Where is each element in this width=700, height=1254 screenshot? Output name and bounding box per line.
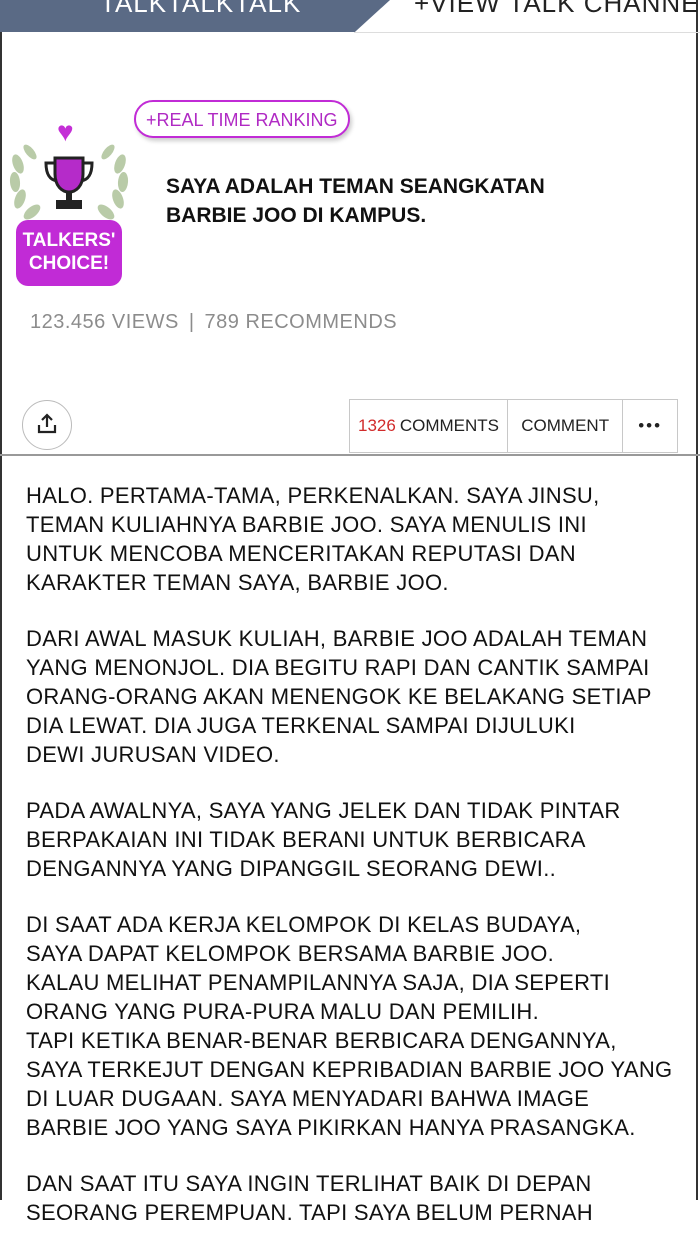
- view-talk-channel-link[interactable]: +VIEW TALK CHANNEL: [414, 0, 700, 19]
- share-icon: [37, 413, 57, 434]
- comments-label: COMMENTS: [399, 416, 500, 435]
- heart-icon: ♥: [57, 116, 74, 147]
- recommends-count: 789 RECOMMENDS: [204, 311, 398, 333]
- post-actions: 1326 COMMENTS COMMENT •••: [349, 399, 678, 453]
- views-count: 123.456 VIEWS: [30, 311, 179, 333]
- more-options-button[interactable]: •••: [623, 400, 677, 452]
- comment-count: 1326: [358, 416, 396, 435]
- header-divider: [0, 454, 700, 456]
- post-body: HALO. PERTAMA-TAMA, PERKENALKAN. SAYA JI…: [26, 481, 694, 1254]
- post-stats: 123.456 VIEWS | 789 RECOMMENDS: [30, 311, 397, 334]
- body-paragraph: HALO. PERTAMA-TAMA, PERKENALKAN. SAYA JI…: [26, 483, 600, 595]
- body-paragraph: PADA AWALNYA, SAYA YANG JELEK DAN TIDAK …: [26, 798, 621, 881]
- trophy-icon: [44, 156, 94, 209]
- real-time-ranking-button[interactable]: +REAL TIME RANKING: [134, 100, 350, 138]
- talkers-choice-label: TALKERS' CHOICE!: [16, 220, 122, 286]
- badge-label-line1: TALKERS': [22, 230, 116, 251]
- tab-bar: TALKTALKTALK +VIEW TALK CHANNEL: [0, 0, 700, 33]
- tab-talktalktalk-label: TALKTALKTALK: [100, 0, 302, 18]
- post-title-line2: BARBIE JOO DI KAMPUS.: [166, 204, 427, 227]
- body-paragraph: DARI AWAL MASUK KULIAH, BARBIE JOO ADALA…: [26, 626, 652, 767]
- post-header: ♥ TALKERS' CHOICE! +REAL TIME RANKING SA…: [0, 33, 700, 453]
- post-title-line1: SAYA ADALAH TEMAN SEANGKATAN: [166, 175, 545, 198]
- share-button[interactable]: [22, 400, 72, 450]
- badge-label-line2: CHOICE!: [28, 253, 110, 274]
- post-title: SAYA ADALAH TEMAN SEANGKATAN BARBIE JOO …: [166, 172, 646, 230]
- comment-button[interactable]: COMMENT: [508, 400, 624, 452]
- body-paragraph: DAN SAAT ITU SAYA INGIN TERLIHAT BAIK DI…: [26, 1171, 593, 1225]
- comments-count-button[interactable]: 1326 COMMENTS: [350, 400, 509, 452]
- tab-talktalktalk[interactable]: TALKTALKTALK: [0, 0, 390, 32]
- stats-separator: |: [188, 311, 195, 333]
- talkers-choice-badge: ♥ TALKERS' CHOICE!: [6, 118, 132, 288]
- body-paragraph: DI SAAT ADA KERJA KELOMPOK DI KELAS BUDA…: [26, 912, 673, 1140]
